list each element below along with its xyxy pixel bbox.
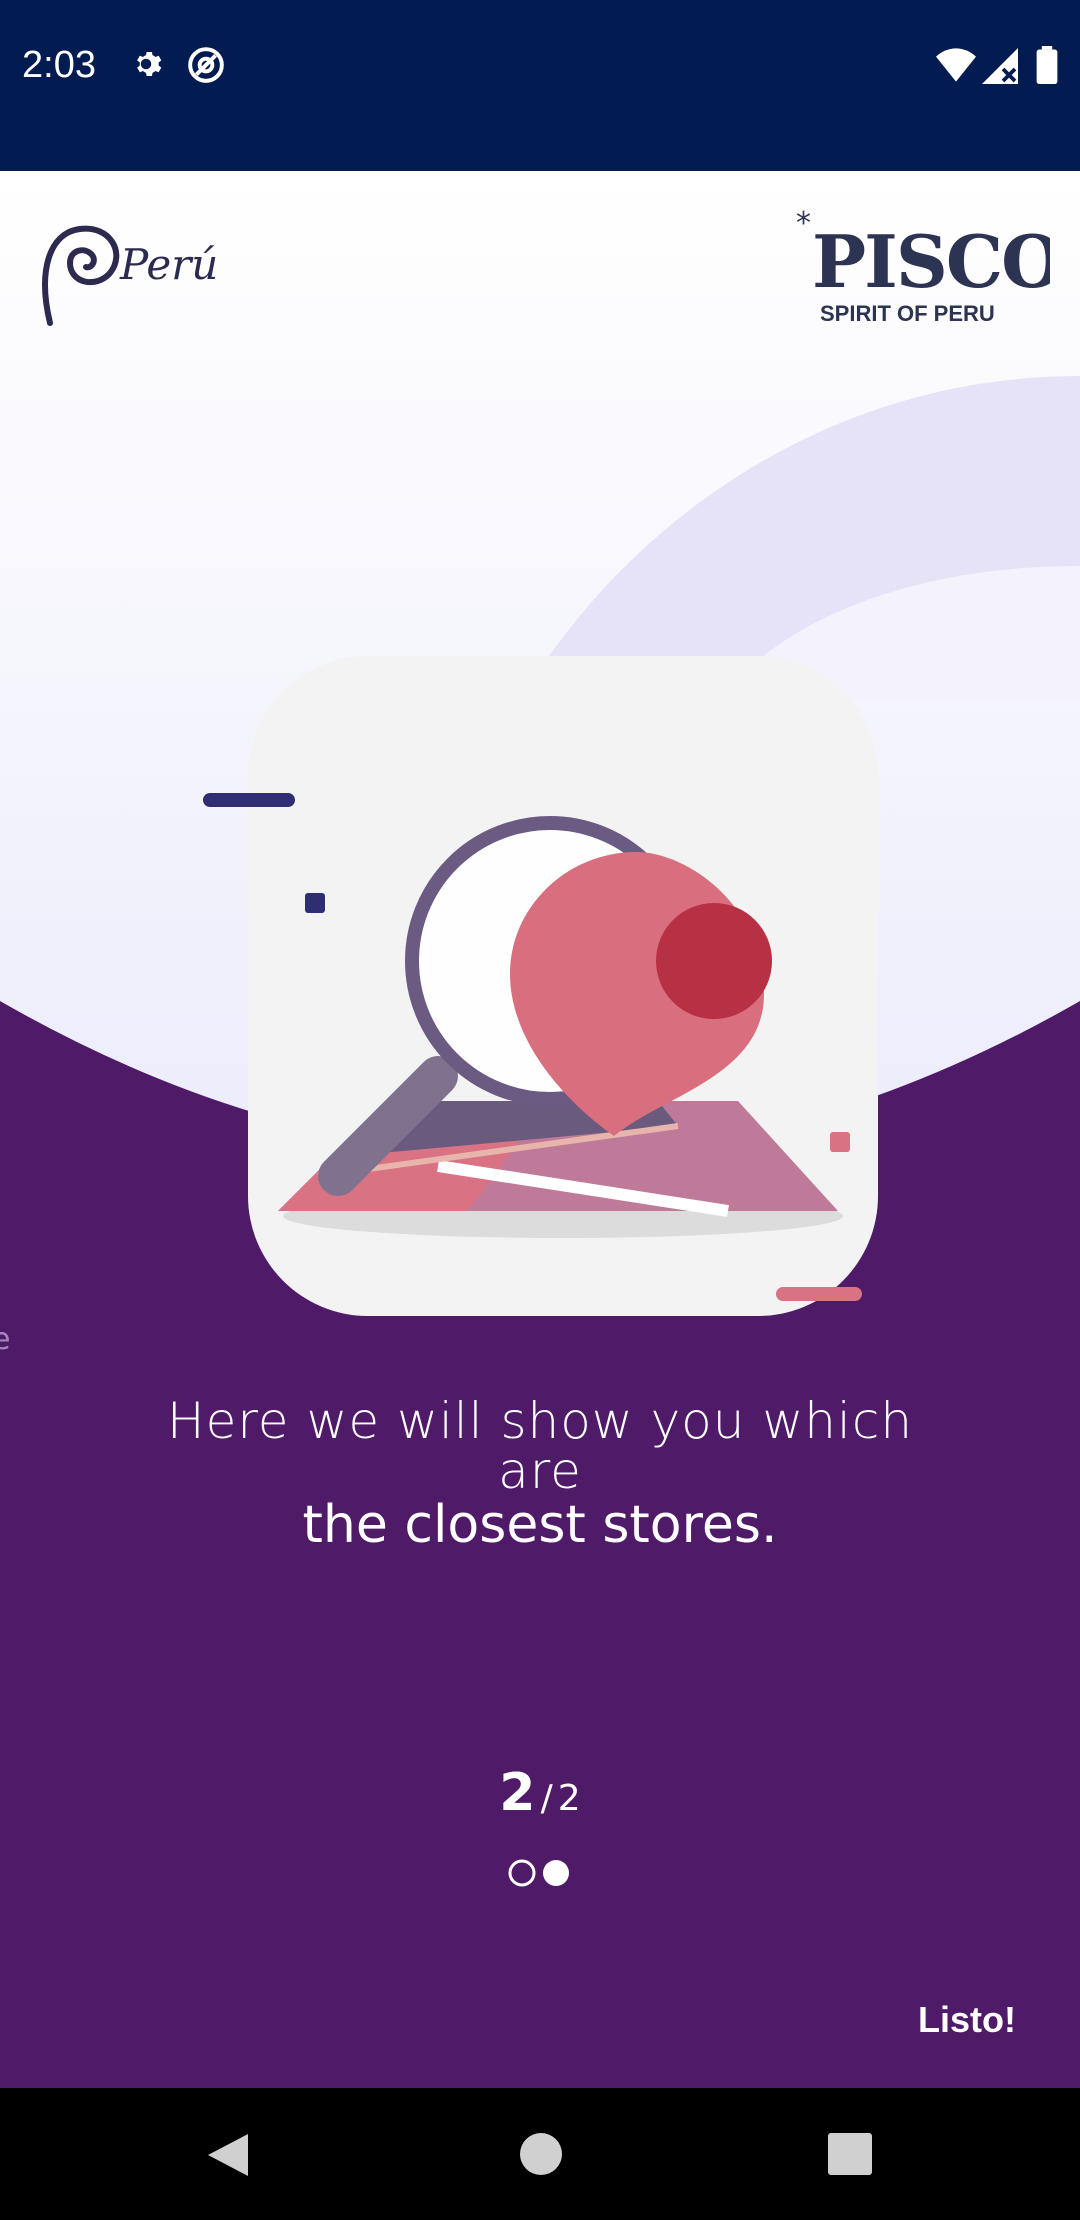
page-separator: /: [540, 1778, 553, 1819]
done-button[interactable]: Listo!: [918, 1999, 1016, 2041]
page-indicator: [508, 1858, 572, 1888]
illustration-card: [248, 656, 878, 1316]
status-time: 2:03: [22, 44, 96, 86]
page-dot-1: [508, 1859, 536, 1887]
settings-icon: [128, 46, 164, 86]
wifi-icon: [936, 48, 976, 86]
onboarding-caption-line1: Here we will show you which are: [166, 1392, 914, 1500]
peru-logo-text: Perú: [119, 240, 218, 289]
page-counter: 2 / 2: [0, 1763, 1080, 1823]
back-icon[interactable]: [204, 2130, 252, 2184]
home-icon[interactable]: [519, 2132, 563, 2180]
at-sign-icon: [187, 46, 225, 88]
onboarding-screen[interactable]: e Perú * PISCO SPIRIT OF PERU Here we wi…: [0, 171, 1080, 2088]
page-current: 2: [499, 1763, 536, 1823]
onboarding-caption-line2: the closest stores.: [302, 1495, 778, 1555]
battery-icon: [1036, 46, 1058, 88]
decor-square-left: [305, 893, 325, 913]
peru-logo: Perú: [40, 213, 240, 333]
pisco-logo: * PISCO SPIRIT OF PERU: [790, 206, 1064, 329]
page-dot-2: [543, 1860, 569, 1886]
status-bar: 2:03: [0, 0, 1080, 171]
svg-text:e: e: [0, 1322, 10, 1357]
decor-dash-top: [203, 793, 295, 807]
pisco-logo-subtitle: SPIRIT OF PERU: [820, 301, 995, 326]
page-total: 2: [557, 1778, 581, 1819]
recents-icon[interactable]: [828, 2133, 872, 2179]
svg-text:*: *: [796, 209, 811, 241]
decor-dash-bottom: [776, 1287, 862, 1301]
pisco-logo-title: PISCO: [812, 219, 1050, 304]
signal-icon: [982, 48, 1018, 88]
decor-square-right: [830, 1132, 850, 1152]
